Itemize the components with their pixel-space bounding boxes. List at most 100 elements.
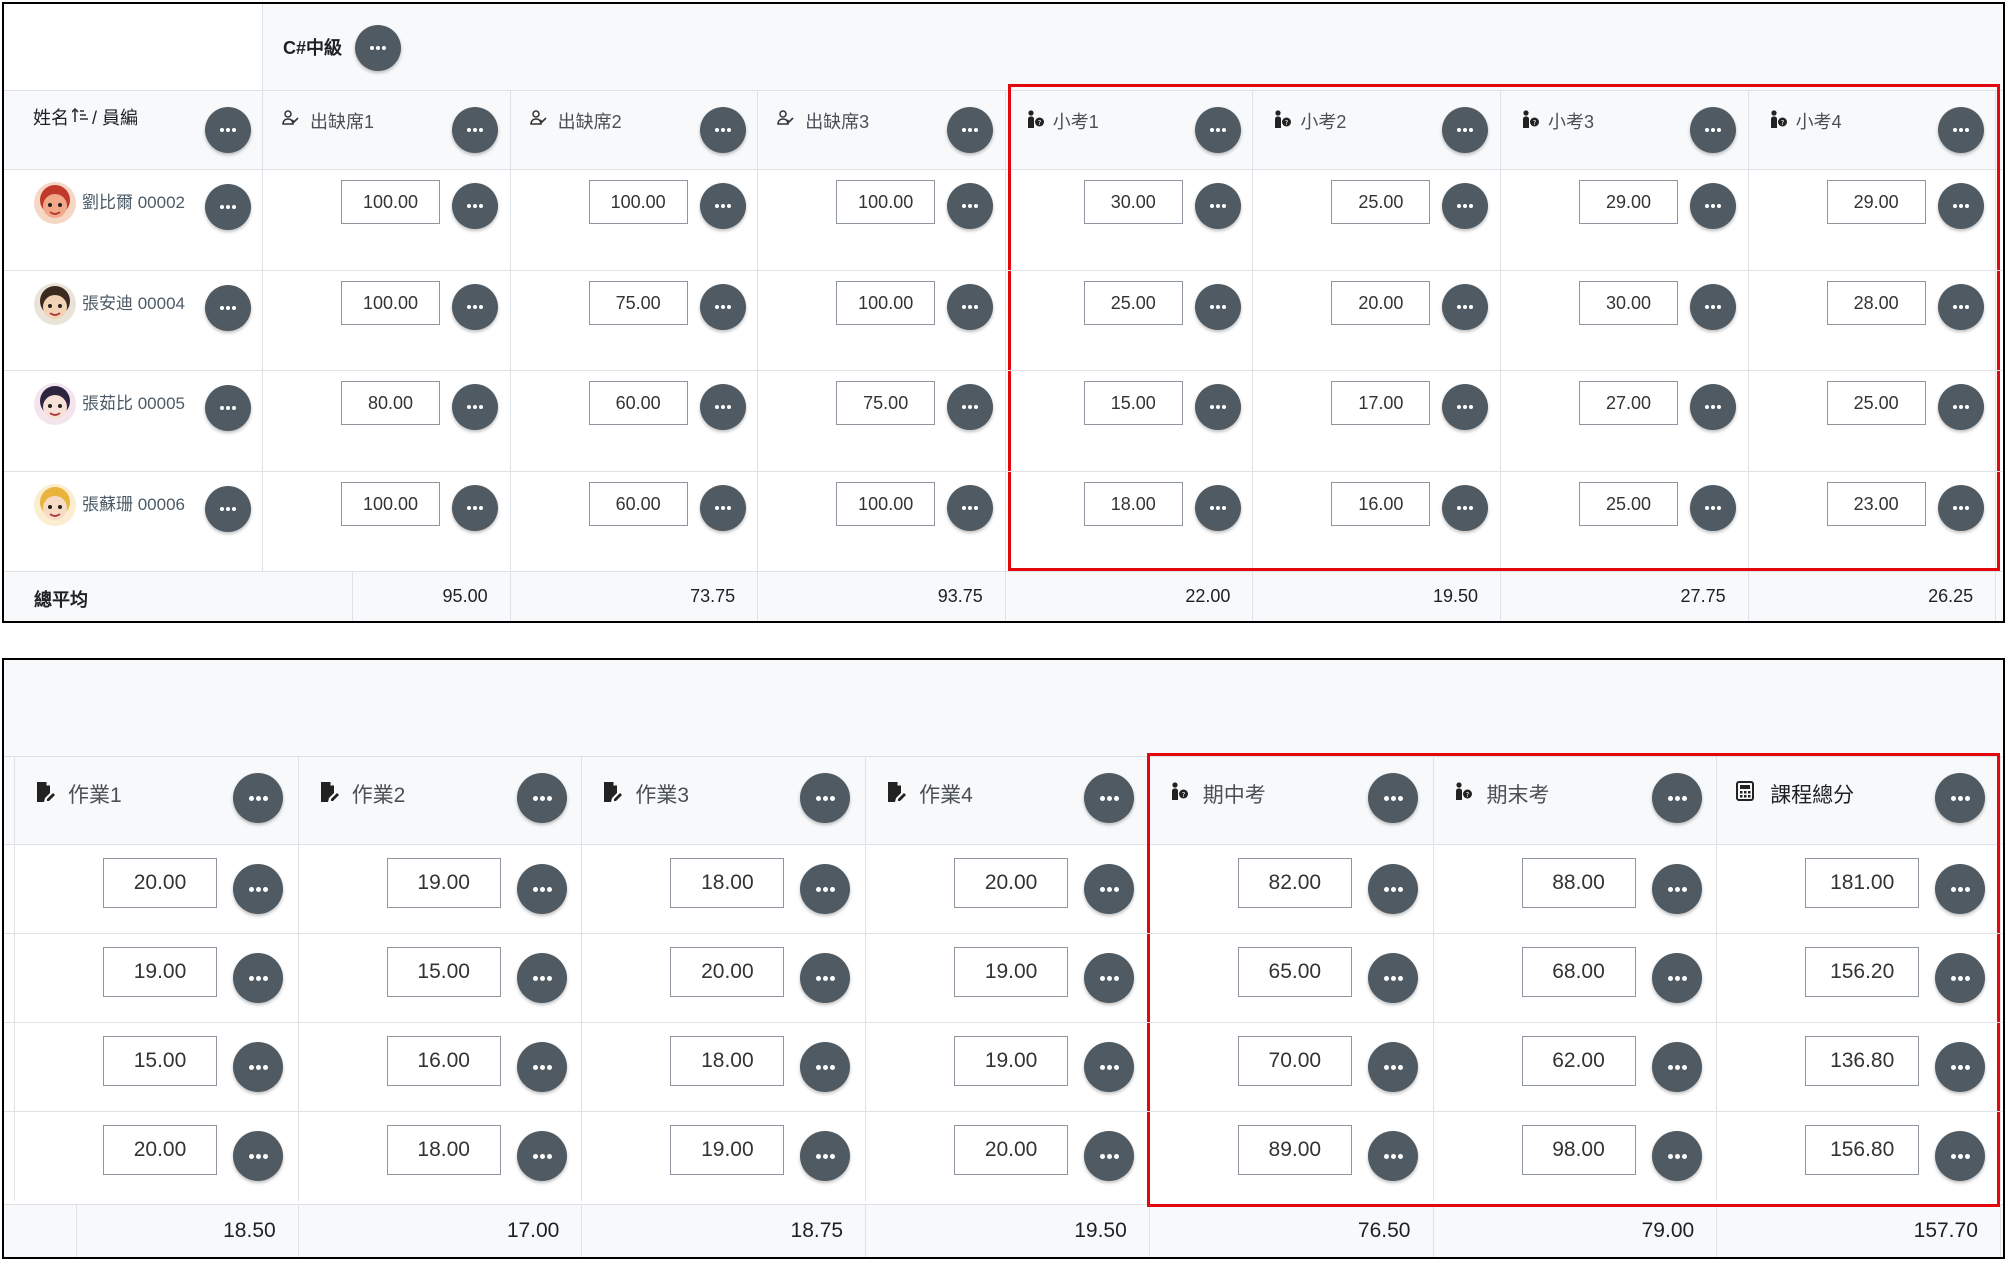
grade-menu-button[interactable]: [233, 1042, 283, 1092]
grade-menu-button[interactable]: [452, 283, 498, 330]
student-name[interactable]: 張安迪 00004: [82, 289, 185, 314]
grade-menu-button[interactable]: [516, 1042, 567, 1092]
grade-input[interactable]: 18.00: [386, 1125, 501, 1175]
grade-menu-button[interactable]: [1935, 1042, 1986, 1092]
grade-menu-button[interactable]: [947, 484, 994, 531]
grade-menu-button[interactable]: [1937, 183, 1984, 229]
column-header-label[interactable]: 出缺席2: [558, 108, 622, 134]
student-menu-button[interactable]: [205, 184, 251, 230]
column-menu-button[interactable]: [1935, 773, 1986, 823]
grade-input[interactable]: 88.00: [1521, 858, 1636, 908]
grade-input[interactable]: 19.00: [954, 947, 1069, 997]
grade-input[interactable]: 100.00: [836, 481, 936, 526]
grade-menu-button[interactable]: [452, 484, 498, 531]
grade-input[interactable]: 23.00: [1826, 481, 1926, 526]
grade-menu-button[interactable]: [947, 183, 994, 229]
grade-input[interactable]: 18.00: [670, 1036, 785, 1086]
grade-menu-button[interactable]: [233, 953, 283, 1003]
grade-menu-button[interactable]: [1194, 384, 1241, 430]
name-column-menu-button[interactable]: [205, 107, 251, 153]
grade-menu-button[interactable]: [1690, 484, 1736, 531]
grade-input[interactable]: 20.00: [103, 1125, 217, 1175]
grade-menu-button[interactable]: [1935, 864, 1986, 914]
student-name[interactable]: 張蘇珊 00006: [82, 490, 185, 515]
column-header-label[interactable]: 作業2: [352, 779, 406, 809]
grade-input[interactable]: 25.00: [1579, 481, 1678, 526]
grade-input[interactable]: 25.00: [1083, 280, 1183, 325]
grade-menu-button[interactable]: [1690, 283, 1736, 330]
column-header-label[interactable]: 作業3: [635, 779, 689, 809]
grade-menu-button[interactable]: [1367, 1131, 1418, 1181]
grade-menu-button[interactable]: [233, 864, 283, 914]
grade-input[interactable]: 100.00: [341, 180, 440, 224]
grade-menu-button[interactable]: [1651, 953, 1702, 1003]
grade-input[interactable]: 30.00: [1579, 280, 1678, 325]
column-menu-button[interactable]: [800, 773, 851, 823]
column-menu-button[interactable]: [1367, 773, 1418, 823]
column-header-label[interactable]: 出缺席1: [310, 108, 374, 134]
grade-menu-button[interactable]: [1084, 1131, 1135, 1181]
grade-menu-button[interactable]: [1194, 183, 1241, 229]
grade-input[interactable]: 20.00: [670, 947, 785, 997]
column-menu-button[interactable]: [699, 107, 746, 153]
column-menu-button[interactable]: [947, 107, 994, 153]
grade-menu-button[interactable]: [233, 1131, 283, 1181]
grade-menu-button[interactable]: [516, 953, 567, 1003]
grade-menu-button[interactable]: [1935, 1131, 1986, 1181]
grade-input[interactable]: 15.00: [103, 1036, 217, 1086]
grade-input[interactable]: 19.00: [386, 858, 501, 908]
grade-input[interactable]: 82.00: [1237, 858, 1352, 908]
grade-menu-button[interactable]: [516, 1131, 567, 1181]
grade-menu-button[interactable]: [1651, 864, 1702, 914]
column-header-label[interactable]: 課程總分: [1770, 779, 1854, 809]
grade-input[interactable]: 19.00: [103, 947, 217, 997]
grade-input[interactable]: 18.00: [670, 858, 785, 908]
grade-menu-button[interactable]: [1937, 484, 1984, 531]
grade-input[interactable]: 136.80: [1805, 1036, 1920, 1086]
column-menu-button[interactable]: [233, 773, 283, 823]
grade-menu-button[interactable]: [1084, 953, 1135, 1003]
grade-menu-button[interactable]: [800, 1131, 851, 1181]
grade-menu-button[interactable]: [800, 1042, 851, 1092]
grade-input[interactable]: 15.00: [1083, 381, 1183, 425]
column-header-label[interactable]: 小考3: [1548, 108, 1594, 134]
grade-menu-button[interactable]: [1690, 384, 1736, 430]
grade-menu-button[interactable]: [1442, 484, 1489, 531]
column-header-label[interactable]: 作業1: [68, 779, 122, 809]
grade-input[interactable]: 156.80: [1805, 1125, 1920, 1175]
column-menu-button[interactable]: [1194, 107, 1241, 153]
grade-input[interactable]: 29.00: [1826, 180, 1926, 224]
grade-input[interactable]: 75.00: [836, 381, 936, 425]
column-menu-button[interactable]: [1937, 107, 1984, 153]
grade-input[interactable]: 18.00: [1083, 481, 1183, 526]
grade-input[interactable]: 181.00: [1805, 858, 1920, 908]
grade-input[interactable]: 27.00: [1579, 381, 1678, 425]
grade-menu-button[interactable]: [1367, 864, 1418, 914]
grade-menu-button[interactable]: [452, 183, 498, 229]
grade-menu-button[interactable]: [516, 864, 567, 914]
column-header-label[interactable]: 作業4: [919, 779, 973, 809]
name-sort-header[interactable]: 姓名: [33, 104, 69, 130]
grade-menu-button[interactable]: [1367, 1042, 1418, 1092]
sort-ascending-icon[interactable]: [71, 107, 90, 128]
column-header-label[interactable]: 小考1: [1053, 108, 1099, 134]
student-name[interactable]: 張茹比 00005: [82, 389, 185, 414]
grade-input[interactable]: 89.00: [1237, 1125, 1352, 1175]
grade-menu-button[interactable]: [1084, 1042, 1135, 1092]
grade-menu-button[interactable]: [699, 384, 746, 430]
grade-input[interactable]: 100.00: [836, 280, 936, 325]
column-menu-button[interactable]: [1651, 773, 1702, 823]
grade-input[interactable]: 98.00: [1521, 1125, 1636, 1175]
grade-input[interactable]: 20.00: [103, 858, 217, 908]
student-menu-button[interactable]: [205, 385, 251, 431]
column-header-label[interactable]: 期中考: [1203, 779, 1266, 809]
grade-menu-button[interactable]: [800, 864, 851, 914]
grade-input[interactable]: 60.00: [588, 481, 688, 526]
grade-menu-button[interactable]: [1194, 283, 1241, 330]
grade-menu-button[interactable]: [1937, 384, 1984, 430]
column-menu-button[interactable]: [1084, 773, 1135, 823]
grade-menu-button[interactable]: [1935, 953, 1986, 1003]
grade-menu-button[interactable]: [699, 283, 746, 330]
grade-input[interactable]: 60.00: [588, 381, 688, 425]
grade-input[interactable]: 65.00: [1237, 947, 1352, 997]
